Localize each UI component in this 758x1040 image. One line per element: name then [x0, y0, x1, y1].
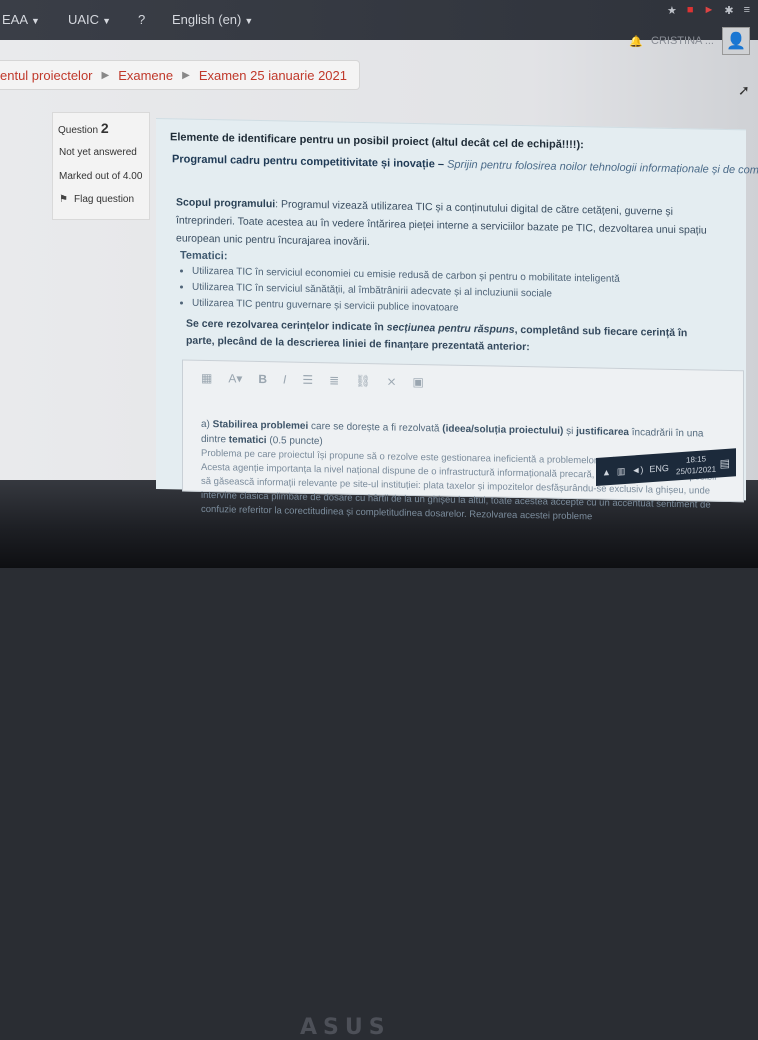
numbered-list-icon[interactable]: ≣ [329, 373, 339, 387]
clock-date: 25/01/2021 [676, 464, 717, 477]
tray-icons: ▲ ▥ ◄) ENG [602, 463, 669, 479]
question-info-box: Question 2 Not yet answered Marked out o… [52, 112, 150, 220]
mouse-cursor-icon: ➚ [738, 82, 750, 98]
italic-icon[interactable]: I [283, 372, 286, 386]
nav-help[interactable]: ? [138, 12, 145, 27]
editor-toolbar: ▦ A▾ B I ☰ ≣ ⛓ ⨯ ▣ [201, 371, 424, 389]
chevron-right-icon: ▶ [182, 69, 190, 81]
breadcrumb-item[interactable]: Examen 25 ianuarie 2021 [199, 68, 347, 83]
menu-icon[interactable]: ≡ [744, 4, 750, 17]
program-name: Programul cadru pentru competitivitate ș… [172, 153, 758, 178]
breadcrumb-item[interactable]: entul proiectelor [0, 68, 93, 83]
chevron-down-icon: ▼ [102, 16, 111, 26]
question-number: Question 2 [58, 120, 109, 136]
volume-icon[interactable]: ◄) [631, 465, 643, 477]
browser-extension-icons: ★ ■ ► ✱ ≡ [667, 4, 750, 17]
chevron-right-icon: ▶ [101, 69, 110, 81]
paragraph-style-icon[interactable]: ▦ [201, 371, 212, 385]
avatar[interactable]: 👤 [722, 27, 750, 55]
unlink-icon[interactable]: ⨯ [386, 374, 396, 388]
question-marks: Marked out of 4.00 [59, 171, 143, 182]
adblock-icon[interactable]: ■ [687, 4, 694, 17]
user-name: CRISTINA ... [651, 35, 714, 47]
program-scope: Scopul programului: Programul vizează ut… [176, 196, 707, 249]
image-icon[interactable]: ▣ [413, 375, 424, 389]
notification-center-icon[interactable]: ▤ [720, 457, 730, 471]
chevron-up-icon[interactable]: ▲ [602, 467, 611, 479]
user-menu[interactable]: 🔔 CRISTINA ... 👤 [629, 26, 750, 56]
flag-icon: ⚑ [59, 194, 68, 205]
nav-menu-eaa[interactable]: EAA ▼ [2, 12, 40, 27]
requirements-text: Se cere rezolvarea cerințelor indicate î… [186, 317, 688, 354]
chevron-down-icon: ▼ [31, 16, 40, 26]
question-title: Elemente de identificare pentru un posib… [170, 131, 584, 152]
text-style-icon[interactable]: A▾ [228, 371, 242, 385]
themes-heading: Tematici: [180, 249, 228, 263]
network-icon[interactable]: ▥ [617, 466, 626, 478]
star-icon[interactable]: ★ [667, 4, 677, 17]
breadcrumb-item[interactable]: Examene [118, 68, 173, 83]
question-content: Elemente de identificare pentru un posib… [156, 118, 758, 522]
nav-menu-uaic[interactable]: UAIC ▼ [68, 12, 111, 27]
question-status: Not yet answered [59, 147, 137, 158]
tray-clock[interactable]: 18:15 25/01/2021 [676, 453, 716, 478]
themes-list: Utilizarea TIC în serviciul economiei cu… [178, 263, 712, 321]
link-icon[interactable]: ⛓ [355, 374, 370, 388]
chevron-down-icon: ▼ [244, 16, 254, 26]
bold-icon[interactable]: B [258, 372, 267, 386]
media-icon[interactable]: ► [703, 4, 714, 17]
notification-icon[interactable]: 🔔 [629, 35, 643, 48]
bullet-list-icon[interactable]: ☰ [302, 373, 313, 387]
nav-language-menu[interactable]: English (en) ▼ [172, 12, 253, 27]
puzzle-icon[interactable]: ✱ [724, 4, 733, 17]
breadcrumb: entul proiectelor ▶ Examene ▶ Examen 25 … [0, 60, 360, 90]
monitor-brand-logo: ASUS [300, 1015, 391, 1040]
flag-question-link[interactable]: ⚑ Flag question [59, 194, 134, 205]
language-indicator[interactable]: ENG [649, 463, 669, 475]
